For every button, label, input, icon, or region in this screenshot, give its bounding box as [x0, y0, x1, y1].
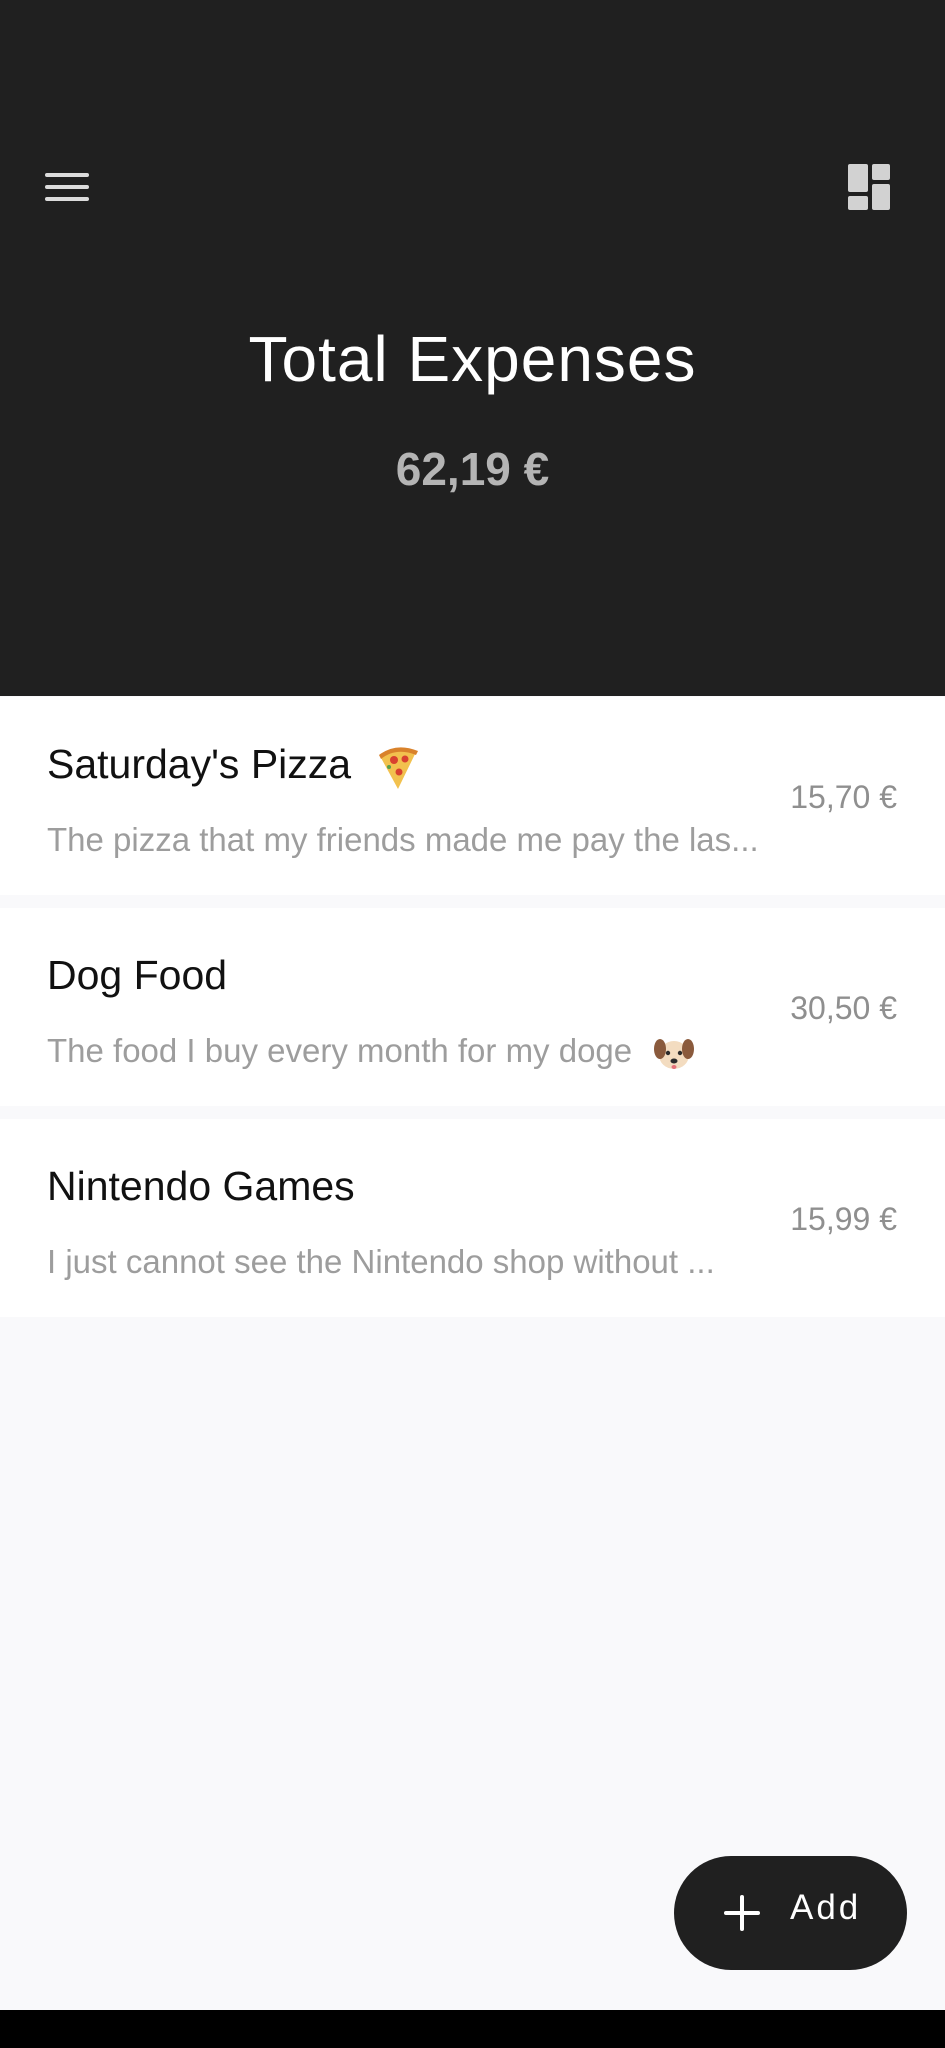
plus-icon [724, 1895, 760, 1931]
pizza-emoji-icon [379, 747, 419, 790]
add-expense-button[interactable]: Add [674, 1856, 907, 1970]
expense-item-dog-food[interactable]: Dog Food The food I buy every month for … [0, 908, 945, 1106]
expense-item-nintendo-games[interactable]: Nintendo Games I just cannot see the Nin… [0, 1119, 945, 1317]
expense-title: Nintendo Games [47, 1163, 355, 1209]
expenses-screen: Total Expenses 62,19 € Saturday's Pizza … [0, 0, 945, 2048]
dashboard-icon [848, 164, 890, 210]
expense-description: The food I buy every month for my doge [47, 1032, 777, 1074]
header: Total Expenses 62,19 € [0, 0, 945, 696]
dashboard-button[interactable] [838, 156, 900, 218]
menu-button[interactable] [38, 160, 96, 214]
page-title: Total Expenses [248, 323, 697, 395]
total-amount: 62,19 € [395, 443, 550, 495]
dog-face-emoji-icon [654, 1039, 695, 1070]
expense-amount: 15,99 € [790, 1201, 897, 1237]
expense-title: Saturday's Pizza [47, 741, 424, 792]
expense-description: I just cannot see the Nintendo shop with… [47, 1243, 715, 1280]
expense-title: Dog Food [47, 952, 228, 998]
expense-item-saturdays-pizza[interactable]: Saturday's Pizza The pizza that my frien… [0, 697, 945, 895]
expense-description: The pizza that my friends made me pay th… [47, 821, 759, 858]
add-button-label: Add [790, 1888, 862, 1927]
system-navigation-bar [0, 2010, 945, 2048]
expense-amount: 30,50 € [790, 990, 897, 1026]
expense-amount: 15,70 € [790, 779, 897, 815]
